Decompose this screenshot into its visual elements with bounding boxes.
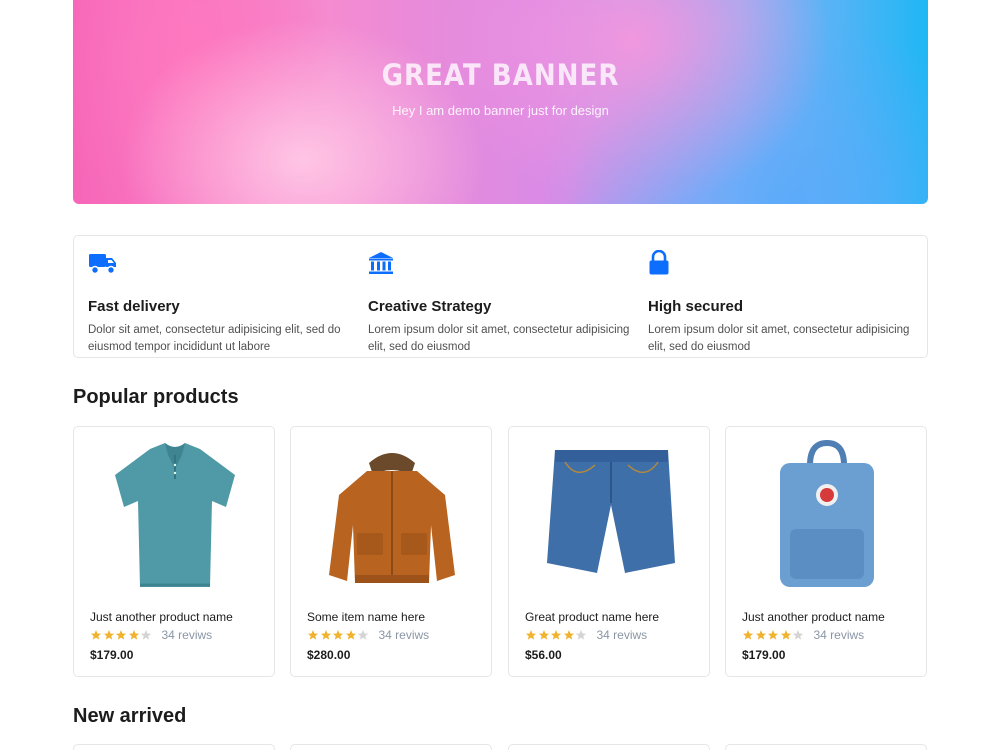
star-icon [793, 630, 803, 640]
product-rating: 34 reviws [525, 628, 647, 642]
product-rating: 34 reviws [742, 628, 864, 642]
popular-products-heading: Popular products [73, 386, 239, 408]
product-name[interactable]: Just another product name [90, 610, 233, 624]
star-rating [307, 629, 370, 641]
feature-title: Fast delivery [88, 298, 180, 315]
review-count: 34 reviws [813, 628, 865, 642]
star-rating [525, 629, 588, 641]
product-name[interactable]: Great product name here [525, 610, 659, 624]
new-arrived-grid [73, 744, 928, 750]
feature-title: High secured [648, 298, 744, 315]
features-box: Fast delivery Dolor sit amet, consectetu… [73, 235, 928, 358]
review-count: 34 reviws [161, 628, 213, 642]
product-price: $179.00 [742, 648, 786, 662]
star-icon [103, 630, 114, 640]
product-price: $56.00 [525, 648, 562, 662]
star-icon [743, 630, 753, 640]
product-card[interactable] [725, 744, 927, 750]
lock-icon [649, 249, 669, 275]
star-icon [526, 630, 536, 640]
truck-icon [89, 254, 116, 275]
star-icon [551, 630, 561, 640]
star-rating [742, 629, 805, 641]
banner-subtitle: Hey I am demo banner just for design [392, 103, 609, 118]
feature-text: Dolor sit amet, consectetur adipisicing … [88, 324, 341, 353]
star-icon [333, 630, 343, 640]
product-name[interactable]: Some item name here [307, 610, 425, 624]
star-rating [90, 629, 153, 641]
star-icon [755, 630, 766, 640]
star-icon [768, 630, 778, 640]
star-icon [576, 630, 586, 640]
star-icon [141, 630, 151, 640]
product-card[interactable]: Some item name here 34 reviws $280.00 [290, 426, 492, 677]
bank-icon [369, 252, 393, 274]
star-icon [563, 630, 574, 640]
review-count: 34 reviws [378, 628, 430, 642]
product-card[interactable] [290, 744, 492, 750]
hero-banner: GREAT BANNER Hey I am demo banner just f… [73, 0, 928, 204]
product-card[interactable] [508, 744, 710, 750]
star-icon [116, 630, 126, 640]
feature-fast-delivery: Fast delivery Dolor sit amet, consectetu… [88, 250, 353, 356]
star-icon [320, 630, 331, 640]
product-card[interactable]: Just another product name 34 reviws $179… [73, 426, 275, 677]
star-icon [128, 630, 139, 640]
product-image-polo-shirt[interactable] [90, 435, 260, 595]
product-image-backpack[interactable] [742, 435, 912, 595]
feature-text: Lorem ipsum dolor sit amet, consectetur … [368, 324, 630, 353]
star-icon [91, 630, 101, 640]
product-name[interactable]: Just another product name [742, 610, 885, 624]
product-image-winter-jacket[interactable] [307, 435, 477, 595]
star-icon [538, 630, 549, 640]
banner-title: GREAT BANNER [381, 58, 620, 92]
feature-text: Lorem ipsum dolor sit amet, consectetur … [648, 324, 910, 353]
feature-creative-strategy: Creative Strategy Lorem ipsum dolor sit … [368, 250, 633, 356]
product-rating: 34 reviws [307, 628, 429, 642]
star-icon [780, 630, 791, 640]
product-card[interactable] [73, 744, 275, 750]
popular-products-grid: Just another product name 34 reviws $179… [73, 426, 928, 677]
product-rating: 34 reviws [90, 628, 212, 642]
feature-high-secured: High secured Lorem ipsum dolor sit amet,… [648, 249, 913, 356]
star-icon [308, 630, 318, 640]
product-price: $179.00 [90, 648, 134, 662]
star-icon [345, 630, 356, 640]
star-icon [358, 630, 368, 640]
product-image-denim-shorts[interactable] [525, 435, 695, 595]
review-count: 34 reviws [596, 628, 648, 642]
feature-title: Creative Strategy [368, 298, 492, 315]
product-card[interactable]: Just another product name 34 reviws $179… [725, 426, 927, 677]
product-card[interactable]: Great product name here 34 reviws $56.00 [508, 426, 710, 677]
new-arrived-heading: New arrived [73, 705, 187, 727]
product-price: $280.00 [307, 648, 351, 662]
